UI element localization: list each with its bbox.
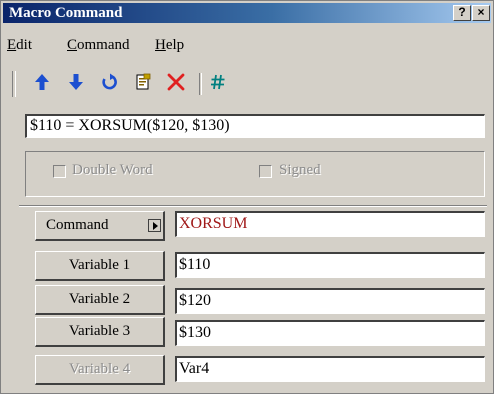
variable-2-button[interactable]: Variable 2 <box>35 285 165 315</box>
separator-line <box>19 205 487 207</box>
delete-icon <box>167 73 185 91</box>
document-icon <box>136 73 151 90</box>
title-bar[interactable]: Macro Command ? × <box>3 3 491 23</box>
hash-icon <box>211 74 225 90</box>
signed-checkbox[interactable] <box>259 165 272 178</box>
command-dropdown-arrow-icon[interactable] <box>148 219 161 232</box>
window-title: Macro Command <box>9 5 123 21</box>
variable-1-field[interactable]: $110 <box>175 252 485 278</box>
menu-command-rest: ommand <box>77 37 130 53</box>
macro-command-input[interactable]: $110 = XORSUM($120, $130) <box>25 114 485 138</box>
menu-edit[interactable]: Edit <box>7 37 32 54</box>
variable-4-button: Variable 4 <box>35 355 165 385</box>
move-down-button[interactable] <box>65 73 87 95</box>
variable-2-field[interactable]: $120 <box>175 288 485 314</box>
command-button-label: Command <box>46 217 109 233</box>
menu-command-key: C <box>67 37 78 53</box>
menu-help-rest: elp <box>165 37 185 53</box>
help-button[interactable]: ? <box>453 5 471 21</box>
variable-3-field[interactable]: $130 <box>175 320 485 346</box>
signed-label: Signed <box>279 162 321 178</box>
close-button[interactable]: × <box>472 5 490 21</box>
double-word-checkbox[interactable] <box>53 165 66 178</box>
macro-command-window: Macro Command ? × Edit Command Help $110… <box>0 0 494 394</box>
down-arrow-icon <box>69 74 83 90</box>
delete-button[interactable] <box>165 73 187 95</box>
undo-icon <box>102 73 117 90</box>
menu-edit-rest: dit <box>16 37 33 53</box>
undo-button[interactable] <box>98 73 120 95</box>
command-button[interactable]: Command <box>35 211 165 241</box>
toolbar-separator <box>199 73 202 95</box>
variable-4-field[interactable]: Var4 <box>175 356 485 382</box>
command-value-field[interactable]: XORSUM <box>175 211 485 237</box>
menu-help[interactable]: Help <box>155 37 184 54</box>
move-up-button[interactable] <box>31 73 53 95</box>
hash-button[interactable] <box>207 73 229 95</box>
menu-help-key: H <box>155 37 166 53</box>
toolbar-grip[interactable] <box>12 71 16 97</box>
variable-1-button[interactable]: Variable 1 <box>35 251 165 281</box>
double-word-label: Double Word <box>72 162 153 178</box>
variable-3-button[interactable]: Variable 3 <box>35 317 165 347</box>
menu-edit-key: E <box>7 37 17 53</box>
document-button[interactable] <box>132 73 154 95</box>
up-arrow-icon <box>35 74 49 90</box>
menu-command[interactable]: Command <box>67 37 130 54</box>
